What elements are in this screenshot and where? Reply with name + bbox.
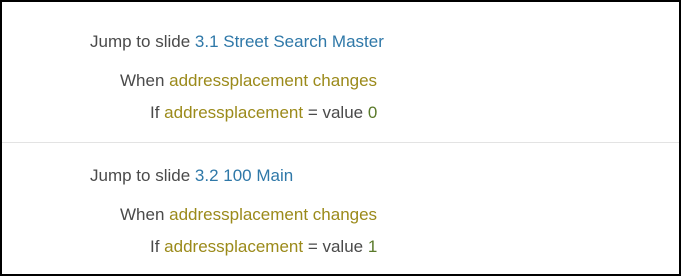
- event-link[interactable]: changes: [308, 71, 377, 90]
- action-line[interactable]: Jump to slide 3.2 100 Main: [90, 166, 293, 186]
- condition-prefix: If: [150, 103, 165, 122]
- event-line[interactable]: When addressplacement changes: [120, 71, 377, 91]
- condition-prefix: If: [150, 237, 165, 256]
- action-label: Jump to slide: [90, 32, 195, 51]
- event-line[interactable]: When addressplacement changes: [120, 205, 377, 225]
- condition-value[interactable]: 0: [368, 103, 377, 122]
- condition-line[interactable]: If addressplacement = value 1: [150, 237, 377, 257]
- event-prefix: When: [120, 205, 170, 224]
- condition-value[interactable]: 1: [368, 237, 377, 256]
- condition-line[interactable]: If addressplacement = value 0: [150, 103, 377, 123]
- event-prefix: When: [120, 71, 170, 90]
- variable-link[interactable]: addressplacement: [164, 103, 303, 122]
- event-link[interactable]: changes: [308, 205, 377, 224]
- slide-link[interactable]: 3.1 Street Search Master: [195, 32, 384, 51]
- trigger-item[interactable]: Jump to slide 3.2 100 Main When addressp…: [2, 143, 679, 274]
- condition-operator: = value: [303, 237, 368, 256]
- variable-link[interactable]: addressplacement: [169, 205, 308, 224]
- action-line[interactable]: Jump to slide 3.1 Street Search Master: [90, 32, 384, 52]
- variable-link[interactable]: addressplacement: [169, 71, 308, 90]
- trigger-list-panel: Jump to slide 3.1 Street Search Master W…: [0, 0, 681, 276]
- trigger-item[interactable]: Jump to slide 3.1 Street Search Master W…: [2, 2, 679, 142]
- action-label: Jump to slide: [90, 166, 195, 185]
- slide-link[interactable]: 3.2 100 Main: [195, 166, 293, 185]
- variable-link[interactable]: addressplacement: [164, 237, 303, 256]
- condition-operator: = value: [303, 103, 368, 122]
